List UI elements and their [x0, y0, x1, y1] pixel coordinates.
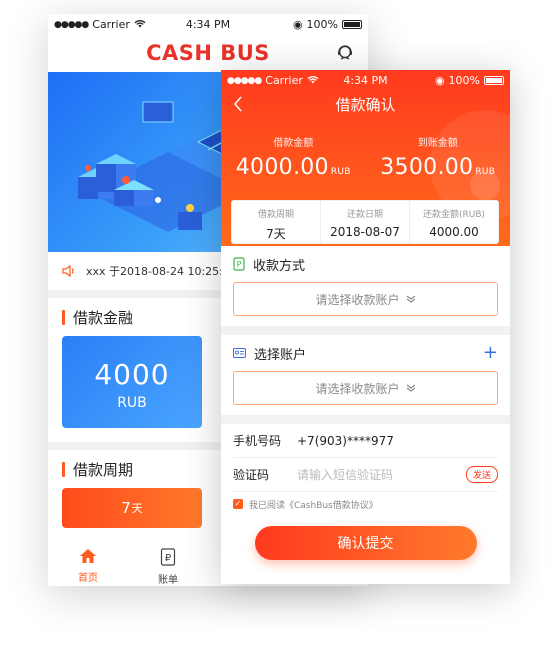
double-chevron-down-icon	[406, 295, 415, 303]
location-icon: ◉	[292, 18, 303, 31]
title-accent-bar	[62, 309, 65, 325]
info-period: 借款周期 7天	[232, 201, 321, 243]
select-placeholder: 请选择收款账户	[315, 292, 400, 307]
submit-button[interactable]: 确认提交	[254, 526, 477, 560]
section-title: 借款周期	[73, 460, 134, 479]
loan-amount: 借款金额 4000.00 RUB	[221, 134, 366, 180]
info-label: 还款日期	[346, 210, 383, 220]
info-value: 7天	[266, 227, 286, 241]
add-account-icon[interactable]: +	[483, 344, 498, 362]
status-bar: ●●●●● Carrier 4:34 PM ◉ 100%	[48, 14, 368, 34]
code-row: 验证码 请输入短信验证码 发送	[233, 458, 498, 492]
tab-home[interactable]: 首页	[48, 542, 128, 586]
nav-bar: 借款确认	[221, 90, 510, 120]
info-label: 借款周期	[257, 210, 294, 220]
tab-label: 首页	[78, 573, 98, 584]
phone-row: 手机号码 +7(903)****977	[233, 424, 498, 458]
section-title: 借款金融	[73, 308, 134, 327]
agreement-text[interactable]: 我已阅读《CashBus借款协议》	[249, 498, 378, 511]
info-value: 2018-08-07	[330, 225, 400, 239]
section-title: 选择账户	[254, 347, 307, 363]
info-repay-amount: 还款金额(RUB) 4000.00	[410, 201, 498, 243]
divider	[221, 415, 510, 424]
decor-circle	[470, 170, 500, 200]
svg-text:P: P	[237, 260, 242, 269]
verify-form: 手机号码 +7(903)****977 验证码 请输入短信验证码 发送 ✓ 我已…	[221, 424, 510, 560]
account-select[interactable]: 请选择收款账户	[233, 371, 498, 405]
arrival-amount-label: 到账金额	[417, 138, 458, 149]
phone-value: +7(903)****977	[297, 433, 394, 448]
account-card-icon	[233, 348, 246, 358]
code-input[interactable]: 请输入短信验证码	[297, 466, 466, 483]
loan-amount-value: 4000.00	[235, 155, 329, 180]
status-bar: ●●●●● Carrier 4:34 PM ◉ 100%	[221, 70, 510, 90]
period-value: 7	[121, 499, 131, 517]
battery-icon	[484, 76, 504, 85]
code-label: 验证码	[233, 468, 270, 482]
bottom-tab-bar: 首页 ₽ 账单	[48, 542, 220, 586]
section-title: 收款方式	[253, 258, 306, 274]
info-repay-date: 还款日期 2018-08-07	[321, 201, 410, 243]
select-account-section: 选择账户 + 请选择收款账户	[221, 335, 510, 415]
bill-icon: ₽	[160, 548, 176, 566]
receive-method-icon: P	[233, 257, 245, 271]
loan-info-card: 借款周期 7天 还款日期 2018-08-07 还款金额(RUB) 4000.0…	[231, 200, 499, 244]
info-label: 还款金额(RUB)	[422, 210, 486, 220]
divider	[221, 326, 510, 335]
receive-method-section: P 收款方式 请选择收款账户	[221, 246, 510, 326]
title-accent-bar	[62, 461, 65, 477]
page-title: 借款确认	[335, 96, 396, 114]
receive-account-select[interactable]: 请选择收款账户	[233, 282, 498, 316]
agreement-checkbox[interactable]: ✓	[233, 499, 243, 509]
amount-value: 4000	[94, 358, 170, 391]
period-unit: 天	[131, 502, 143, 515]
amount-unit: RUB	[117, 395, 147, 411]
loan-amount-label: 借款金额	[273, 138, 314, 149]
agreement-row: ✓ 我已阅读《CashBus借款协议》	[233, 492, 498, 516]
info-value: 4000.00	[429, 225, 479, 239]
svg-text:₽: ₽	[165, 553, 172, 564]
send-code-button[interactable]: 发送	[465, 466, 498, 483]
confirm-header: ●●●●● Carrier 4:34 PM ◉ 100% 借款确认 借款金额 4…	[221, 70, 510, 246]
back-arrow-icon[interactable]	[233, 96, 243, 116]
select-placeholder: 请选择收款账户	[315, 381, 400, 396]
phone-label: 手机号码	[233, 434, 282, 448]
app-header: CASH BUS	[48, 34, 368, 72]
period-option-card[interactable]: 7天	[62, 488, 202, 528]
amount-option-card[interactable]: 4000 RUB	[62, 336, 202, 428]
speaker-icon	[62, 265, 74, 277]
home-icon	[80, 549, 96, 563]
double-chevron-down-icon	[406, 384, 415, 392]
loan-amount-unit: RUB	[330, 167, 351, 177]
tab-label: 账单	[158, 575, 178, 586]
loan-confirm-screen: ●●●●● Carrier 4:34 PM ◉ 100% 借款确认 借款金额 4…	[221, 70, 510, 584]
app-logo: CASH BUS	[146, 41, 270, 65]
tab-bill[interactable]: ₽ 账单	[128, 542, 208, 586]
location-icon: ◉	[434, 74, 445, 87]
battery-icon	[342, 20, 362, 29]
battery-percent: 100%	[448, 74, 480, 87]
battery-percent: 100%	[306, 18, 338, 31]
customer-service-icon[interactable]	[336, 44, 354, 62]
